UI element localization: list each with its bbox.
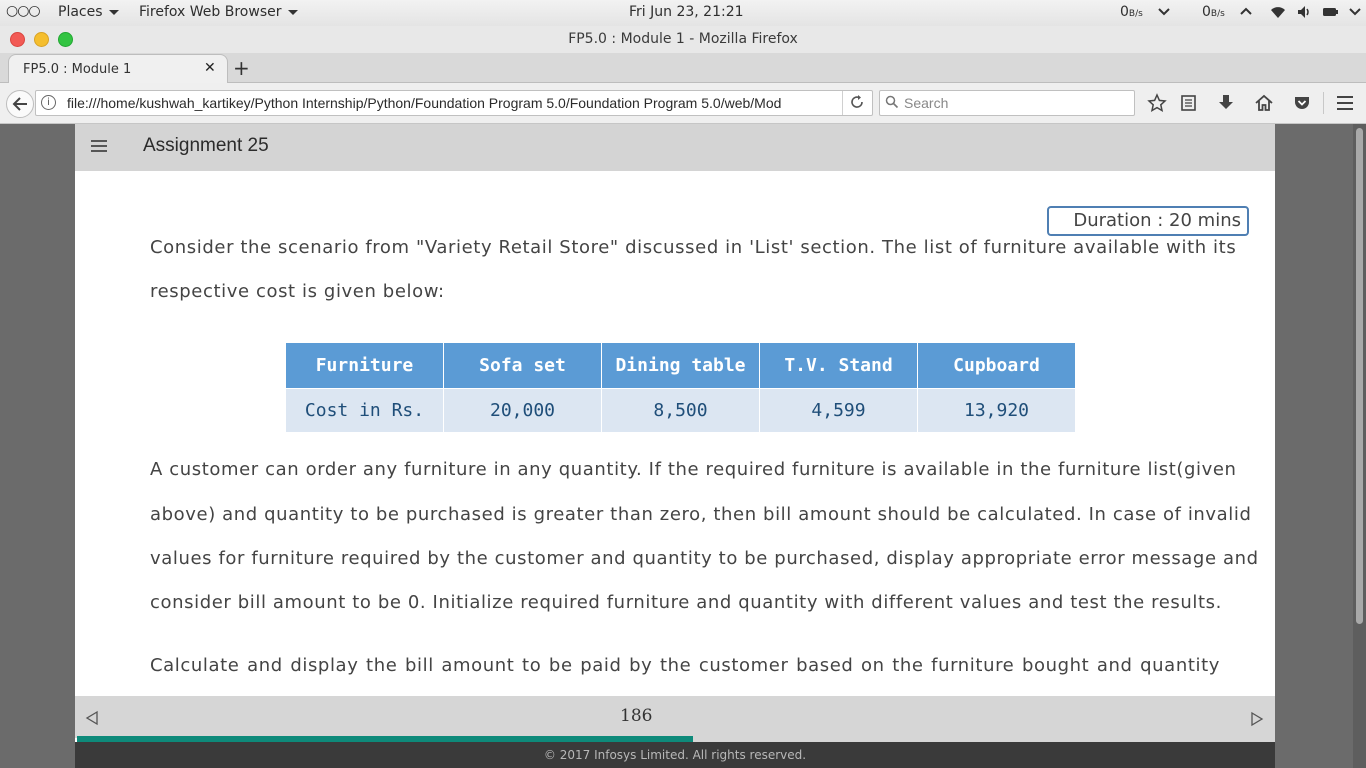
page-title: Assignment 25 [143,135,269,156]
copyright-footer: © 2017 Infosys Limited. All rights reser… [75,742,1275,768]
intro-line: Consider the scenario from "Variety Reta… [150,237,1237,258]
url-bar-divider [842,91,843,115]
hamburger-menu-icon[interactable] [1335,94,1355,116]
url-bar[interactable]: i file:///home/kushwah_kartikey/Python I… [35,90,873,116]
pocket-icon[interactable] [1292,93,1312,117]
body-line: above) and quantity to be purchased is g… [150,504,1252,525]
intro-line: respective cost is given below: [150,281,445,302]
table-cell: 8,500 [601,388,760,433]
volume-icon[interactable] [1297,5,1313,23]
table-header-cell: Sofa set [443,342,602,389]
net-download-indicator: 0B/s [1120,4,1143,20]
table-cell: 13,920 [917,388,1076,433]
net-upload-value: 0 [1202,4,1211,20]
chevron-down-icon[interactable] [1157,2,1171,24]
window-title-bar: FP5.0 : Module 1 - Mozilla Firefox [0,26,1366,53]
hamburger-menu-icon[interactable] [90,138,108,158]
bookmark-star-icon[interactable] [1147,93,1167,117]
info-icon[interactable]: i [41,95,56,110]
download-icon[interactable] [1217,93,1235,117]
duration-text: Duration : 20 mins [1073,210,1241,231]
home-icon[interactable] [1254,93,1274,117]
power-menu-chevron-icon[interactable] [1349,2,1361,24]
table-header-cell: T.V. Stand [759,342,918,389]
pagination-bar: 186 [75,696,1275,738]
assignment-header: Assignment 25 [75,124,1275,171]
body-line: Calculate and display the bill amount to… [150,655,1220,676]
net-download-unit: B/s [1128,9,1143,19]
search-placeholder[interactable]: Search [904,95,948,111]
body-line: consider bill amount to be 0. Initialize… [150,592,1222,613]
system-top-bar: ○○○ Places Firefox Web Browser Fri Jun 2… [0,0,1366,27]
net-upload-indicator: 0B/s [1202,4,1225,20]
table-header-cell: Cupboard [917,342,1076,389]
furniture-cost-table: Furniture Sofa set Dining table T.V. Sta… [285,342,1076,433]
body-line: values for furniture required by the cus… [150,548,1259,569]
app-menu[interactable]: Firefox Web Browser [139,4,298,20]
new-tab-icon[interactable]: + [233,56,250,80]
chevron-up-icon[interactable] [1239,2,1253,24]
table-header-row: Furniture Sofa set Dining table T.V. Sta… [285,342,1076,389]
url-text[interactable]: file:///home/kushwah_kartikey/Python Int… [67,95,819,111]
table-header-cell: Dining table [601,342,760,389]
reload-icon[interactable] [849,94,865,114]
chevron-down-icon [108,9,119,15]
wifi-icon[interactable] [1270,5,1286,23]
back-button[interactable] [6,90,34,118]
tab-label: FP5.0 : Module 1 [23,62,132,77]
web-page: Assignment 25 Duration : 20 mins Conside… [0,124,1366,768]
table-header-cell: Furniture [285,342,444,389]
chevron-down-icon [287,9,298,15]
activities-icon[interactable]: ○○○ [6,3,41,19]
toolbar-divider [1323,92,1324,114]
scrollbar-thumb[interactable] [1356,128,1363,624]
tab-strip: FP5.0 : Module 1 ✕ + [0,53,1366,83]
table-row: Cost in Rs. 20,000 8,500 4,599 13,920 [285,388,1076,433]
navigation-toolbar: i file:///home/kushwah_kartikey/Python I… [0,83,1366,124]
table-cell: 20,000 [443,388,602,433]
places-menu[interactable]: Places [58,4,119,20]
page-number: 186 [620,706,653,726]
previous-page-icon[interactable] [85,710,99,730]
clock[interactable]: Fri Jun 23, 21:21 [629,4,744,20]
module-content: Assignment 25 Duration : 20 mins Conside… [75,124,1275,768]
window-title: FP5.0 : Module 1 - Mozilla Firefox [568,31,798,47]
page-scrollbar[interactable] [1353,124,1366,768]
close-tab-icon[interactable]: ✕ [204,60,216,76]
table-cell: Cost in Rs. [285,388,444,433]
body-line: A customer can order any furniture in an… [150,459,1237,480]
places-menu-label: Places [58,4,103,20]
battery-icon[interactable] [1322,6,1340,22]
reading-list-icon[interactable] [1180,93,1198,117]
table-cell: 4,599 [759,388,918,433]
app-menu-label: Firefox Web Browser [139,4,282,20]
search-icon [885,95,899,113]
net-upload-unit: B/s [1210,9,1225,19]
next-page-icon[interactable] [1250,711,1264,731]
search-bar[interactable]: Search [879,90,1135,116]
duration-badge: Duration : 20 mins [1047,206,1249,236]
tab-module-1[interactable]: FP5.0 : Module 1 ✕ [8,54,228,83]
net-download-value: 0 [1120,4,1129,20]
